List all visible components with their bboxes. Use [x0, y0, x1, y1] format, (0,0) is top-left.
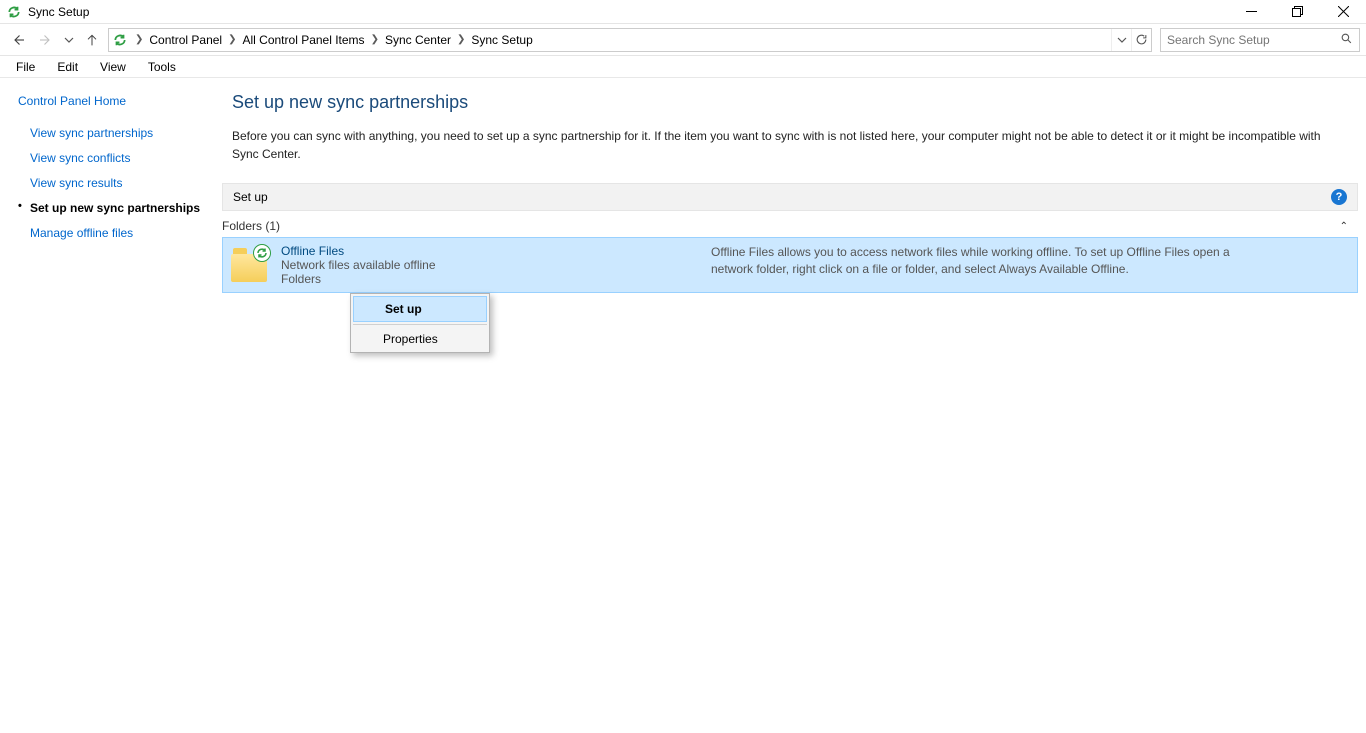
back-button[interactable] [6, 28, 30, 52]
sidebar-item-view-conflicts[interactable]: View sync conflicts [18, 147, 210, 172]
chevron-right-icon[interactable]: ❯ [131, 34, 147, 45]
menu-view[interactable]: View [90, 58, 136, 76]
content-toolbar: Set up ? [222, 183, 1358, 211]
toolbar-setup-button[interactable]: Set up [233, 190, 268, 204]
maximize-button[interactable] [1274, 0, 1320, 24]
sidebar-item-setup-new[interactable]: Set up new sync partnerships [18, 197, 210, 222]
sidebar-item-view-results[interactable]: View sync results [18, 172, 210, 197]
menu-edit[interactable]: Edit [47, 58, 88, 76]
navbar: ❯ Control Panel ❯ All Control Panel Item… [0, 24, 1366, 56]
help-icon[interactable]: ? [1331, 189, 1347, 205]
close-button[interactable] [1320, 0, 1366, 24]
context-menu: Set up Properties [350, 293, 490, 353]
breadcrumb-item[interactable]: Sync Setup [469, 29, 534, 51]
address-bar[interactable]: ❯ Control Panel ❯ All Control Panel Item… [108, 28, 1152, 52]
sidebar: Control Panel Home View sync partnership… [0, 78, 210, 733]
group-label: Folders (1) [222, 219, 280, 233]
chevron-right-icon[interactable]: ❯ [367, 34, 383, 45]
minimize-button[interactable] [1228, 0, 1274, 24]
sync-icon [109, 33, 131, 47]
breadcrumb-item[interactable]: Control Panel [147, 29, 224, 51]
page-title: Set up new sync partnerships [232, 92, 1358, 113]
list-item-offline-files[interactable]: Offline Files Network files available of… [222, 237, 1358, 293]
chevron-right-icon[interactable]: ❯ [224, 34, 240, 45]
separator [353, 324, 487, 325]
item-category: Folders [281, 272, 711, 286]
search-box[interactable] [1160, 28, 1360, 52]
window-title: Sync Setup [28, 5, 89, 19]
folder-sync-icon [231, 244, 271, 284]
search-input[interactable] [1167, 33, 1340, 47]
item-subtitle: Network files available offline [281, 258, 711, 272]
address-dropdown-icon[interactable] [1111, 29, 1131, 51]
item-description: Offline Files allows you to access netwo… [711, 244, 1241, 278]
forward-button[interactable] [34, 28, 58, 52]
refresh-button[interactable] [1131, 29, 1151, 51]
context-menu-properties[interactable]: Properties [351, 326, 489, 352]
sidebar-item-manage-offline[interactable]: Manage offline files [18, 222, 210, 247]
titlebar: Sync Setup [0, 0, 1366, 24]
group-header-folders[interactable]: Folders (1) ⌃ [222, 211, 1358, 237]
main-content: Set up new sync partnerships Before you … [210, 78, 1366, 733]
menu-file[interactable]: File [6, 58, 45, 76]
recent-dropdown-icon[interactable] [62, 35, 76, 45]
context-menu-setup[interactable]: Set up [353, 296, 487, 322]
menu-tools[interactable]: Tools [138, 58, 186, 76]
search-icon[interactable] [1340, 32, 1353, 48]
page-description: Before you can sync with anything, you n… [232, 127, 1332, 163]
sidebar-item-view-partnerships[interactable]: View sync partnerships [18, 122, 210, 147]
sidebar-home-link[interactable]: Control Panel Home [18, 94, 210, 122]
sync-icon [6, 4, 22, 20]
chevron-up-icon[interactable]: ⌃ [1340, 221, 1354, 232]
chevron-right-icon[interactable]: ❯ [453, 34, 469, 45]
menubar: File Edit View Tools [0, 56, 1366, 78]
breadcrumb-item[interactable]: Sync Center [383, 29, 453, 51]
breadcrumb-item[interactable]: All Control Panel Items [241, 29, 367, 51]
item-name: Offline Files [281, 244, 711, 258]
up-button[interactable] [80, 28, 104, 52]
